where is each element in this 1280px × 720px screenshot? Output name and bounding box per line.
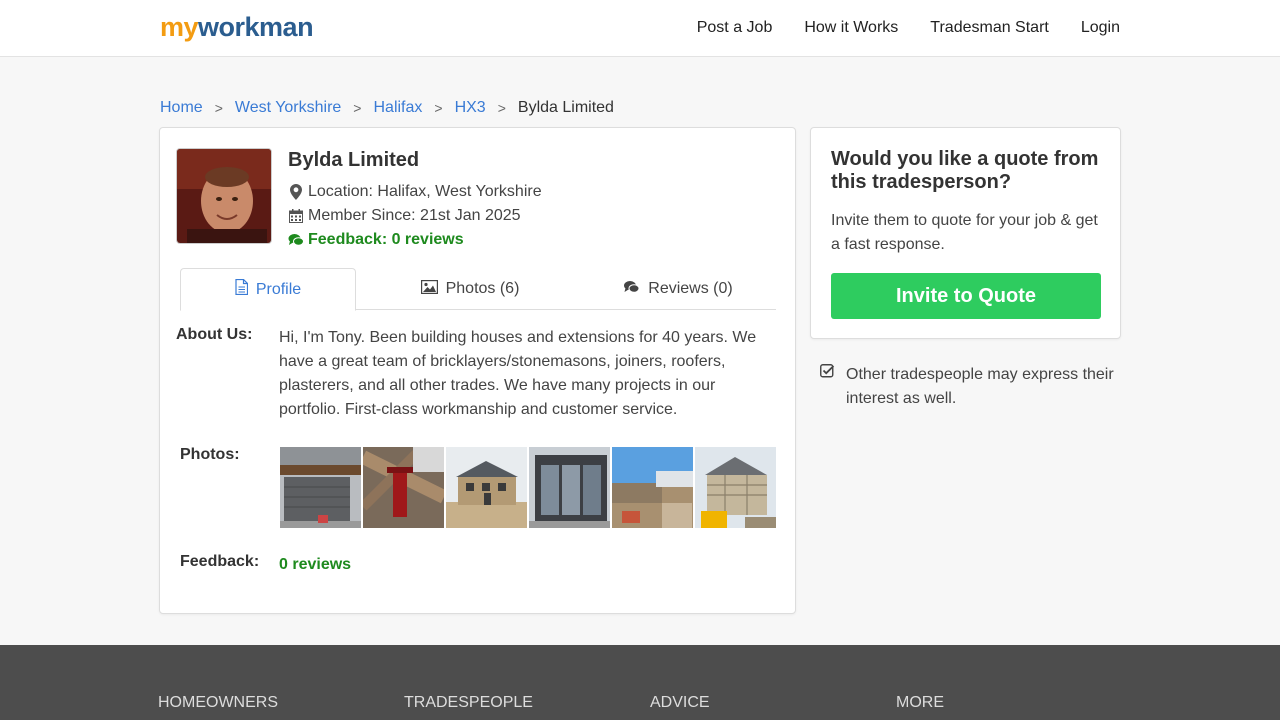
footer-tradespeople-heading: TRADESPEOPLE [404, 694, 533, 711]
breadcrumb-west-yorkshire[interactable]: West Yorkshire [235, 98, 341, 118]
image-icon [420, 279, 438, 299]
breadcrumb-separator: > [214, 100, 223, 116]
project-photo[interactable] [612, 447, 693, 528]
member-since: Member Since: 21st Jan 2025 [288, 206, 521, 226]
breadcrumb-halifax[interactable]: Halifax [373, 98, 422, 118]
profile-card: Bylda Limited Location: Halifax, West Yo… [159, 127, 796, 614]
tradesperson-name: Bylda Limited [288, 149, 420, 171]
feedback-summary[interactable]: Feedback: 0 reviews [288, 230, 464, 250]
project-photo[interactable] [695, 447, 776, 528]
avatar [176, 148, 272, 244]
main-nav: Post a Job How it Works Tradesman Start … [697, 18, 1120, 38]
breadcrumb: Home > West Yorkshire > Halifax > HX3 > … [160, 98, 614, 118]
tab-photos-label: Photos (6) [445, 280, 520, 297]
nav-post-a-job[interactable]: Post a Job [697, 18, 773, 38]
document-icon [235, 278, 248, 300]
other-tradespeople-text: Other tradespeople may express their int… [846, 366, 1114, 407]
profile-tabs: Profile Photos (6) Reviews (0) [180, 268, 776, 311]
quote-title: Would you like a quote from this tradesp… [831, 148, 1099, 193]
tab-photos[interactable]: Photos (6) [370, 268, 570, 310]
location-text: Location: Halifax, West Yorkshire [308, 183, 542, 200]
top-navbar: myworkman Post a Job How it Works Trades… [0, 0, 1280, 57]
project-photo[interactable] [280, 447, 361, 528]
footer-advice-heading: ADVICE [650, 694, 710, 711]
tab-profile-label: Profile [255, 280, 302, 298]
logo-workman: workman [198, 12, 314, 42]
nav-how-it-works[interactable]: How it Works [804, 18, 898, 38]
project-photo[interactable] [446, 447, 527, 528]
footer-homeowners-heading: HOMEOWNERS [158, 694, 278, 711]
breadcrumb-current: Bylda Limited [517, 99, 614, 116]
location: Location: Halifax, West Yorkshire [288, 182, 542, 202]
about-us-text: Hi, I'm Tony. Been building houses and e… [279, 329, 757, 418]
quote-description: Invite them to quote for your job & get … [831, 212, 1098, 253]
comments-icon [623, 280, 640, 299]
tab-reviews-label: Reviews (0) [648, 280, 733, 297]
breadcrumb-hx3[interactable]: HX3 [455, 98, 486, 118]
checkbox-checked-icon [820, 364, 836, 380]
feedback-label: Feedback: [180, 553, 260, 570]
breadcrumb-separator: > [497, 100, 506, 116]
breadcrumb-separator: > [353, 100, 362, 116]
photos-label: Photos: [180, 446, 240, 463]
nav-login[interactable]: Login [1081, 18, 1120, 38]
footer-more-heading: MORE [896, 694, 944, 711]
myworkman-logo[interactable]: myworkman [160, 12, 314, 42]
logo-my: my [160, 12, 199, 42]
quote-card: Would you like a quote from this tradesp… [810, 127, 1121, 339]
map-marker-icon [288, 184, 304, 200]
tab-reviews[interactable]: Reviews (0) [580, 268, 776, 310]
calendar-icon [288, 208, 304, 224]
invite-to-quote-button[interactable]: Invite to Quote [831, 273, 1101, 319]
comments-icon [288, 232, 304, 248]
breadcrumb-home[interactable]: Home [160, 98, 203, 118]
feedback-reviews-link[interactable]: 0 reviews [279, 555, 351, 575]
footer: HOMEOWNERS TRADESPEOPLE ADVICE MORE [0, 645, 1280, 720]
other-tradespeople-note: Other tradespeople may express their int… [820, 363, 1126, 411]
feedback-summary-text: Feedback: 0 reviews [308, 231, 464, 248]
nav-tradesman-start[interactable]: Tradesman Start [930, 18, 1049, 38]
photo-gallery [280, 447, 776, 528]
breadcrumb-separator: > [434, 100, 443, 116]
about-us-label: About Us: [176, 326, 253, 343]
project-photo[interactable] [363, 447, 444, 528]
project-photo[interactable] [529, 447, 610, 528]
tab-profile[interactable]: Profile [180, 268, 356, 311]
member-since-text: Member Since: 21st Jan 2025 [308, 207, 521, 224]
